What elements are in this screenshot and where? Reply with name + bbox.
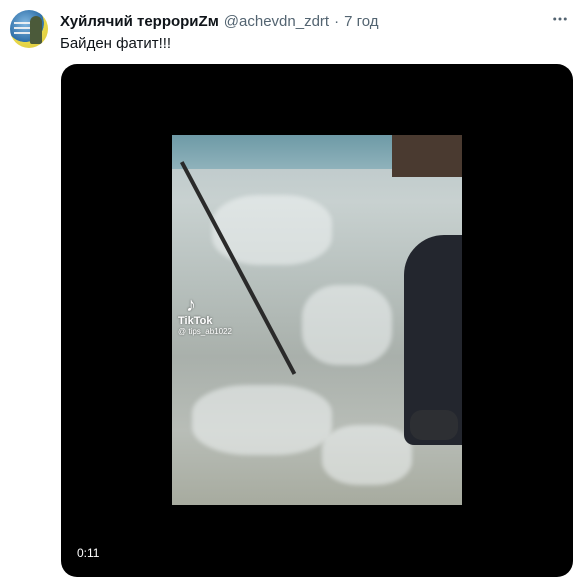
tweet-header: Хуйлячий террориZм @achevdn_zdrt · 7 год <box>60 11 540 31</box>
tiktok-logo-icon: ♪ <box>186 294 196 316</box>
author-name[interactable]: Хуйлячий террориZм <box>60 13 219 30</box>
author-handle[interactable]: @achevdn_zdrt <box>224 13 329 30</box>
video-duration: 0:11 <box>72 544 105 562</box>
avatar[interactable] <box>10 10 48 48</box>
video-pole <box>180 161 297 375</box>
video-frame: ♪ TikTok @ tips_ab1022 <box>172 135 462 505</box>
avatar-figure <box>30 16 42 44</box>
video-ice <box>192 385 332 455</box>
more-horizontal-icon[interactable] <box>550 9 570 29</box>
video-door <box>392 135 462 177</box>
tiktok-watermark: ♪ TikTok @ tips_ab1022 <box>178 295 232 336</box>
video-boot <box>410 410 458 440</box>
tiktok-user: @ tips_ab1022 <box>178 327 232 336</box>
video-player[interactable]: ♪ TikTok @ tips_ab1022 <box>61 64 573 577</box>
video-ice <box>322 425 412 485</box>
tweet-text: Байден фатит!!! <box>60 35 172 52</box>
dot-separator: · <box>334 12 340 30</box>
tweet-time[interactable]: 7 год <box>344 13 378 30</box>
video-ice <box>302 285 392 365</box>
tiktok-brand: TikTok <box>178 315 213 327</box>
